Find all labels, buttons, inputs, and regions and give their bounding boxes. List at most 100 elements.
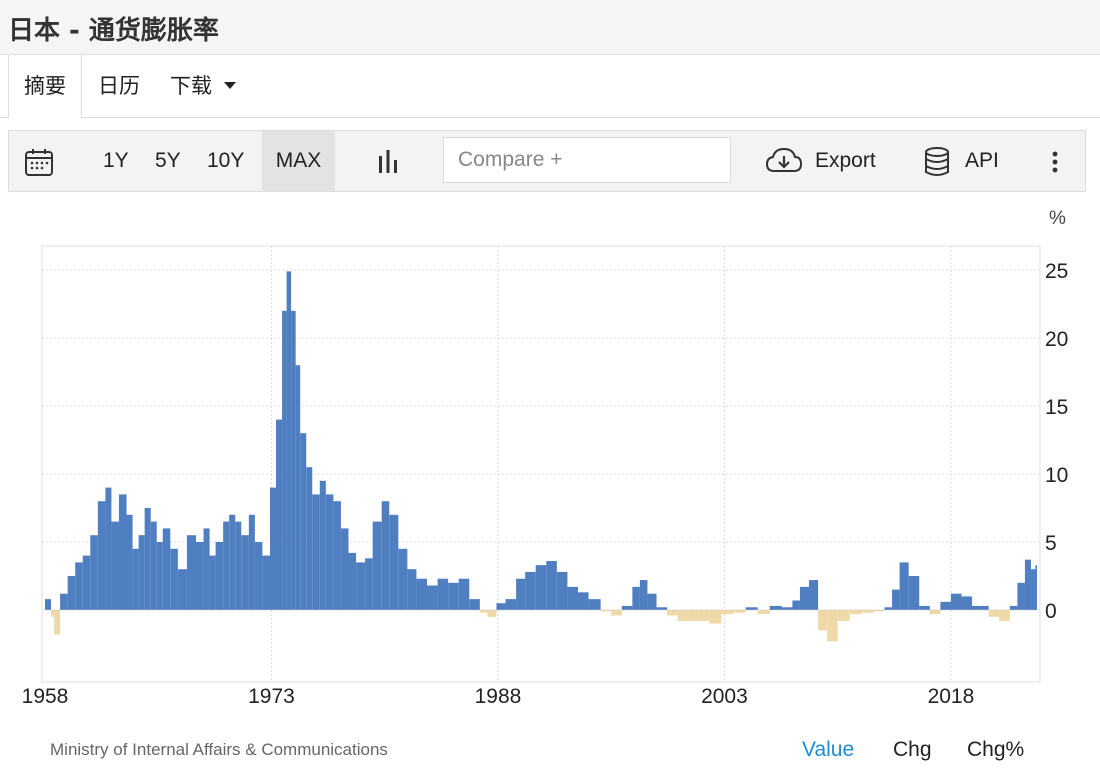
data-bar	[781, 607, 793, 610]
source-label: Ministry of Internal Affairs & Communica…	[50, 740, 388, 759]
data-bar	[999, 610, 1010, 621]
data-bar	[688, 610, 699, 621]
data-bar	[286, 271, 292, 610]
plot-frame	[41, 245, 1041, 683]
database-icon	[925, 147, 949, 176]
page-title: 日本 - 通货膨胀率	[8, 16, 219, 46]
data-bar	[215, 542, 224, 610]
bar-chart-icon[interactable]	[376, 150, 400, 174]
data-bar	[818, 610, 828, 631]
data-bar	[769, 605, 782, 610]
x-tick-label: 1973	[248, 685, 295, 708]
data-bar	[340, 528, 349, 610]
y-tick-label: 10	[1045, 464, 1068, 487]
data-bar	[291, 310, 296, 610]
data-bar	[1009, 605, 1018, 610]
data-bar	[505, 599, 517, 610]
data-bar	[919, 605, 930, 610]
data-bar	[144, 508, 151, 610]
cloud-download-icon	[765, 147, 803, 172]
data-bar	[118, 494, 127, 610]
data-bar	[312, 494, 320, 610]
x-tick-label: 2018	[928, 685, 975, 708]
compare-input[interactable]: Compare +	[443, 137, 731, 183]
x-tick-label: 2003	[701, 685, 748, 708]
mode-chg-pct[interactable]: Chg%	[967, 738, 1024, 762]
data-bar	[458, 578, 470, 610]
tab-calendar[interactable]: 日历	[98, 55, 140, 117]
data-bar	[269, 487, 277, 610]
data-bar	[235, 521, 242, 610]
data-bar	[448, 582, 459, 610]
data-bar	[105, 487, 112, 610]
data-bar	[282, 310, 287, 610]
data-bar	[1017, 582, 1025, 610]
data-bar	[556, 571, 568, 610]
data-bar	[709, 610, 722, 624]
data-bar	[525, 571, 536, 610]
data-bar	[356, 562, 366, 610]
data-bar	[940, 601, 951, 610]
data-bar	[54, 610, 61, 635]
y-tick-label: 25	[1045, 260, 1068, 283]
data-bar	[365, 558, 373, 610]
chart-toolbar: 1Y 5Y 10Y MAX Compare + Export API	[8, 130, 1086, 192]
data-bar	[647, 593, 657, 610]
data-bar	[1035, 565, 1037, 610]
data-bar	[437, 578, 449, 610]
data-bar	[611, 610, 622, 616]
data-bar	[837, 610, 850, 621]
data-bar	[389, 514, 399, 610]
data-bar	[516, 578, 526, 610]
data-bar	[372, 521, 382, 610]
data-bar	[248, 514, 255, 610]
data-bar	[721, 610, 734, 615]
mode-chg[interactable]: Chg	[893, 738, 932, 762]
data-bar	[186, 535, 196, 610]
tab-summary[interactable]: 摘要	[8, 55, 82, 118]
data-bar	[132, 548, 139, 610]
x-tick-label: 1958	[22, 685, 69, 708]
data-bar	[170, 548, 178, 610]
y-unit-label: %	[1049, 208, 1066, 229]
data-bar	[656, 607, 668, 610]
data-bar	[799, 586, 810, 610]
y-tick-label: 20	[1045, 328, 1068, 351]
period-1y[interactable]: 1Y	[103, 131, 129, 191]
period-max[interactable]: MAX	[262, 131, 335, 191]
data-bar	[416, 578, 428, 610]
data-bar	[487, 610, 497, 617]
data-bar	[698, 610, 710, 621]
data-bar	[67, 576, 76, 610]
data-bar	[229, 514, 236, 610]
data-bar	[276, 419, 283, 610]
calendar-icon[interactable]	[24, 147, 54, 177]
y-tick-label: 0	[1045, 600, 1057, 623]
data-bar	[577, 592, 589, 610]
data-bar	[667, 610, 678, 616]
mode-value[interactable]: Value	[802, 738, 854, 762]
data-bar	[639, 580, 648, 610]
data-bar	[908, 576, 920, 610]
data-bar	[632, 586, 640, 610]
tab-download-label: 下载	[170, 74, 212, 98]
data-bar	[60, 593, 68, 610]
data-bar	[469, 599, 480, 610]
data-bar	[899, 562, 909, 610]
data-bar	[849, 610, 862, 615]
period-10y[interactable]: 10Y	[207, 131, 244, 191]
title-bar: 日本 - 通货膨胀率	[0, 0, 1100, 55]
data-bar	[827, 610, 838, 642]
data-bar	[407, 569, 417, 610]
tab-download[interactable]: 下载	[170, 55, 236, 117]
data-bar	[126, 514, 133, 610]
data-bar	[223, 521, 230, 610]
data-bar	[398, 548, 408, 610]
data-bar	[333, 501, 341, 610]
data-bar	[97, 501, 106, 610]
more-options-icon[interactable]	[1051, 151, 1059, 173]
data-bar	[177, 569, 187, 610]
data-bar	[203, 528, 210, 610]
period-5y[interactable]: 5Y	[155, 131, 181, 191]
data-bar	[381, 501, 390, 610]
